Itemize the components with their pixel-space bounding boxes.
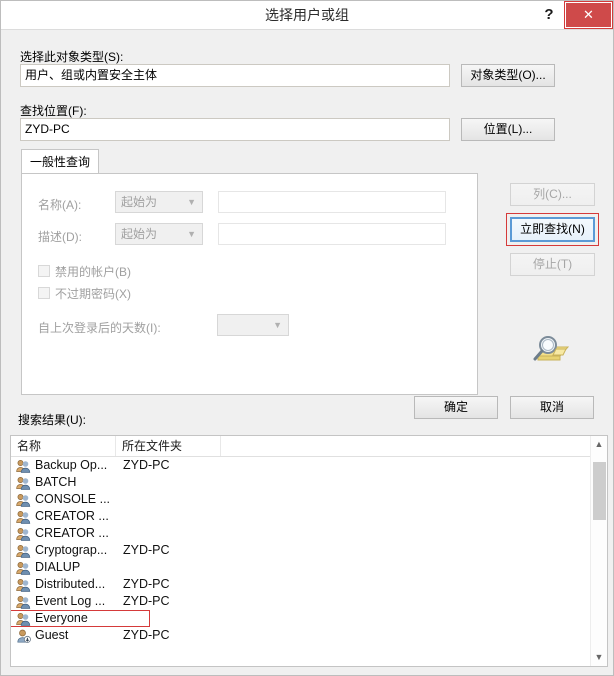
location-field[interactable]: ZYD-PC — [20, 118, 450, 141]
location-button[interactable]: 位置(L)... — [461, 118, 555, 141]
table-row[interactable]: Backup Op... ZYD-PC — [11, 457, 589, 474]
group-icon — [16, 612, 31, 626]
table-row[interactable]: CONSOLE ... — [11, 491, 589, 508]
select-users-or-groups-dialog: 选择用户或组 ? ✕ 选择此对象类型(S): 用户、组或内置安全主体 对象类型(… — [0, 0, 614, 676]
row-name: Everyone — [35, 611, 88, 625]
row-name: DIALUP — [35, 560, 81, 574]
disabled-accounts-label: 禁用的帐户(B) — [55, 265, 131, 279]
close-button[interactable]: ✕ — [566, 3, 611, 27]
group-icon — [16, 561, 31, 575]
row-name: BATCH — [35, 475, 77, 489]
days-since-logon-label: 自上次登录后的天数(I): — [38, 321, 161, 335]
disabled-accounts-checkbox[interactable] — [38, 265, 50, 277]
window-title: 选择用户或组 — [265, 7, 349, 23]
dialog-body: 选择此对象类型(S): 用户、组或内置安全主体 对象类型(O)... 查找位置(… — [2, 31, 612, 675]
group-icon — [16, 493, 31, 507]
scroll-up-icon[interactable]: ▲ — [591, 436, 607, 453]
columns-button[interactable]: 列(C)... — [510, 183, 595, 206]
table-row[interactable]: Guest ZYD-PC — [11, 627, 589, 644]
list-scrollbar[interactable]: ▲ ▼ — [590, 436, 607, 666]
row-folder: ZYD-PC — [123, 543, 170, 557]
title-bar: 选择用户或组 ? ✕ — [1, 1, 613, 30]
table-row[interactable]: Everyone — [11, 610, 589, 627]
column-header-empty[interactable] — [221, 436, 589, 456]
row-name: Guest — [35, 628, 69, 642]
list-header: 名称 所在文件夹 — [11, 436, 607, 457]
group-icon — [16, 510, 31, 524]
name-condition-value: 起始为 — [121, 195, 158, 209]
row-name: CONSOLE ... — [35, 492, 111, 506]
table-row[interactable]: CREATOR ... — [11, 525, 589, 542]
location-label: 查找位置(F): — [20, 104, 87, 118]
column-header-name[interactable]: 名称 — [11, 436, 116, 456]
description-condition-select[interactable]: 起始为 ▼ — [115, 223, 203, 245]
chevron-down-icon: ▼ — [187, 229, 196, 239]
scroll-thumb[interactable] — [593, 462, 606, 520]
row-name: CREATOR ... — [35, 509, 109, 523]
table-row[interactable]: Distributed... ZYD-PC — [11, 576, 589, 593]
name-input[interactable] — [218, 191, 446, 213]
object-type-field[interactable]: 用户、组或内置安全主体 — [20, 64, 450, 87]
group-icon — [16, 595, 31, 609]
row-folder: ZYD-PC — [123, 594, 170, 608]
description-input[interactable] — [218, 223, 446, 245]
row-name: Backup Op... — [35, 458, 108, 472]
group-icon — [16, 476, 31, 490]
table-row[interactable]: Event Log ... ZYD-PC — [11, 593, 589, 610]
cancel-button[interactable]: 取消 — [510, 396, 594, 419]
tab-common-queries[interactable]: 一般性查询 — [21, 149, 99, 174]
row-folder: ZYD-PC — [123, 628, 170, 642]
row-folder: ZYD-PC — [123, 577, 170, 591]
stop-button[interactable]: 停止(T) — [510, 253, 595, 276]
scroll-down-icon[interactable]: ▼ — [591, 649, 607, 666]
group-icon — [16, 459, 31, 473]
chevron-down-icon: ▼ — [187, 197, 196, 207]
table-row[interactable]: DIALUP — [11, 559, 589, 576]
column-header-folder[interactable]: 所在文件夹 — [116, 436, 221, 456]
search-results-label: 搜索结果(U): — [18, 413, 86, 427]
table-row[interactable]: BATCH — [11, 474, 589, 491]
days-since-logon-select[interactable]: ▼ — [217, 314, 289, 336]
group-icon — [16, 527, 31, 541]
group-icon — [16, 578, 31, 592]
chevron-down-icon: ▼ — [273, 320, 282, 330]
object-type-label: 选择此对象类型(S): — [20, 50, 124, 64]
name-label: 名称(A): — [38, 198, 82, 212]
description-label: 描述(D): — [38, 230, 82, 244]
row-name: CREATOR ... — [35, 526, 109, 540]
row-name: Event Log ... — [35, 594, 106, 608]
row-name: Cryptograp... — [35, 543, 108, 557]
find-now-button-annotation — [506, 213, 599, 246]
user-icon — [16, 629, 31, 643]
help-button[interactable]: ? — [537, 3, 561, 27]
row-folder: ZYD-PC — [123, 458, 170, 472]
object-types-button[interactable]: 对象类型(O)... — [461, 64, 555, 87]
description-condition-value: 起始为 — [121, 227, 158, 241]
row-name: Distributed... — [35, 577, 106, 591]
table-row[interactable]: CREATOR ... — [11, 508, 589, 525]
nonexpiring-password-checkbox[interactable] — [38, 287, 50, 299]
table-row[interactable]: Cryptograp... ZYD-PC — [11, 542, 589, 559]
search-results-list[interactable]: 名称 所在文件夹 Backup Op... ZYD-PC BATCH CONSOLE … — [10, 435, 608, 667]
nonexpiring-password-label: 不过期密码(X) — [55, 287, 131, 301]
result-rows: Backup Op... ZYD-PC BATCH CONSOLE ... CREATO… — [11, 457, 589, 644]
magnifier-folder-icon — [532, 332, 572, 368]
ok-button[interactable]: 确定 — [414, 396, 498, 419]
name-condition-select[interactable]: 起始为 ▼ — [115, 191, 203, 213]
group-icon — [16, 544, 31, 558]
